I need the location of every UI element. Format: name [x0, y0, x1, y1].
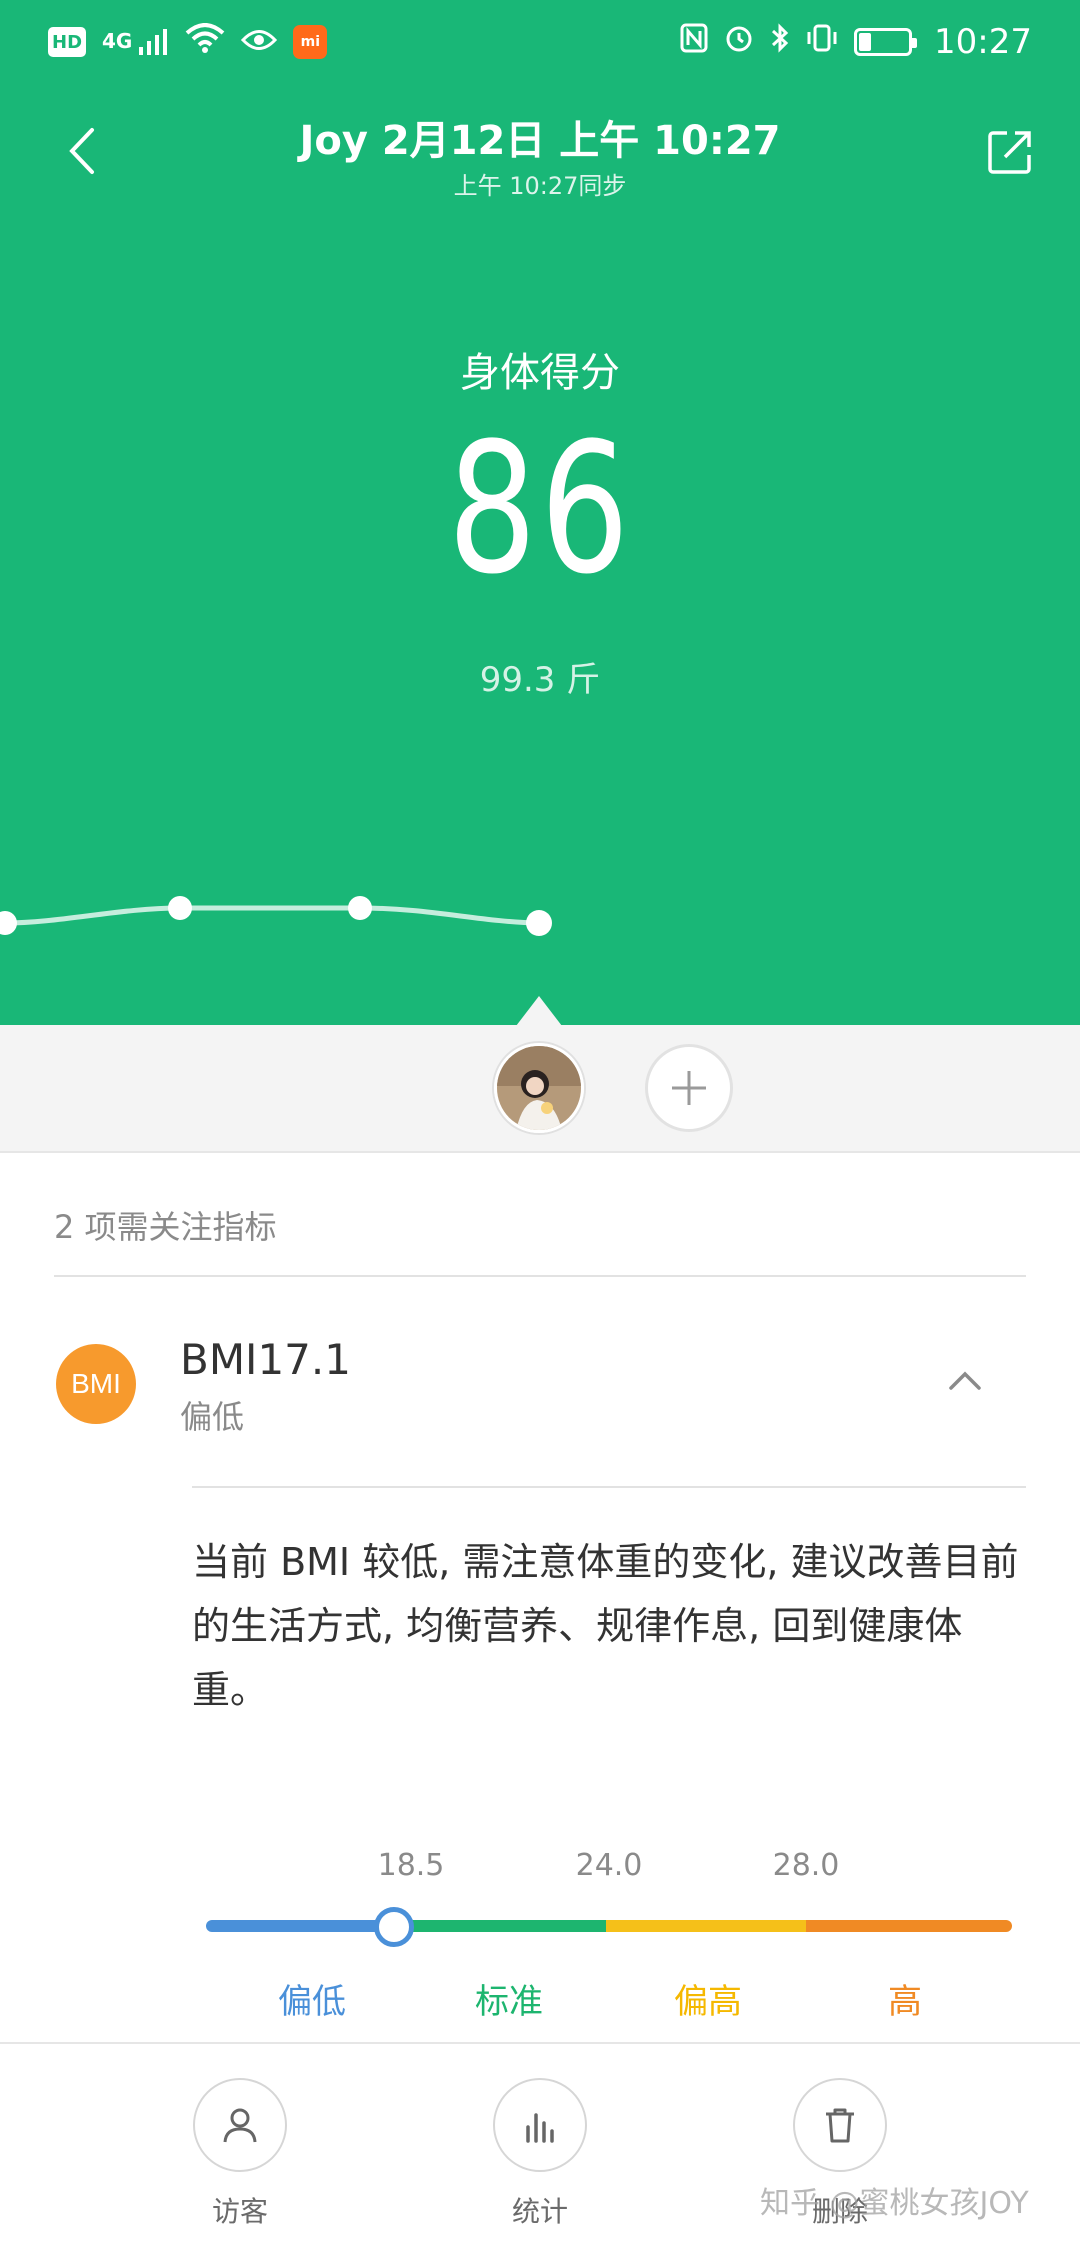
- trend-point[interactable]: [0, 911, 17, 935]
- battery-icon: [854, 28, 918, 56]
- trend-point[interactable]: [348, 896, 372, 920]
- score-header: HD 4G mi 10:27 Joy 2月12日 上午 10:27 上午 10:…: [0, 0, 1080, 1025]
- tab-label: 访客: [211, 2195, 268, 2228]
- range-label-high: 偏高: [674, 1982, 742, 2022]
- status-bar: HD 4G mi 10:27: [0, 0, 1080, 84]
- scale-segment-low: [206, 1920, 394, 1932]
- status-left: HD 4G mi: [48, 23, 328, 61]
- trash-icon: [793, 2078, 887, 2172]
- hd-icon: HD: [48, 27, 87, 57]
- scale-segment-normal: [394, 1920, 606, 1932]
- scale-segment-very-high: [806, 1920, 1012, 1932]
- network-label: 4G: [102, 28, 133, 53]
- trend-point-selected[interactable]: [526, 910, 552, 936]
- selection-pointer: [516, 996, 562, 1026]
- eye-icon: [241, 23, 278, 61]
- scale-tick: 18.5: [377, 1848, 445, 1883]
- score-trend-line[interactable]: [0, 870, 1080, 990]
- divider: [54, 1275, 1026, 1277]
- clock: 10:27: [934, 22, 1032, 62]
- bmi-status: 偏低: [180, 1398, 245, 1436]
- divider: [192, 1486, 1026, 1488]
- screen: HD 4G mi 10:27 Joy 2月12日 上午 10:27 上午 10:…: [0, 0, 1080, 2244]
- sync-time: 上午 10:27同步: [453, 172, 627, 200]
- statistics-button[interactable]: 统计: [440, 2078, 640, 2230]
- range-label-very-high: 高: [888, 1982, 922, 2022]
- status-right: 10:27: [680, 22, 1032, 62]
- bottom-action-bar: 访客 统计 删除 知乎 @蜜桃女孩JOY: [0, 2042, 1080, 2244]
- plus-icon: [672, 1071, 706, 1105]
- trend-point[interactable]: [168, 896, 192, 920]
- vibrate-icon: [806, 23, 838, 61]
- tab-label: 统计: [511, 2195, 568, 2228]
- back-button[interactable]: [54, 118, 108, 184]
- range-label-normal: 标准: [475, 1982, 543, 2022]
- alarm-icon: [724, 23, 754, 61]
- share-button[interactable]: [980, 122, 1040, 182]
- watermark: 知乎 @蜜桃女孩JOY: [760, 2186, 1029, 2221]
- page-title: Joy 2月12日 上午 10:27: [299, 118, 781, 164]
- bmi-title: BMI17.1: [180, 1335, 351, 1384]
- wifi-icon: [185, 23, 225, 61]
- range-label-low: 偏低: [278, 1982, 346, 2022]
- add-user-button[interactable]: [645, 1044, 733, 1132]
- attention-title: 2 项需关注指标: [54, 1208, 277, 1246]
- mi-app-icon: mi: [293, 25, 328, 59]
- bmi-description: 当前 BMI 较低, 需注意体重的变化, 建议改善目前的生活方式, 均衡营养、规…: [192, 1540, 1019, 1712]
- weight-value: 99.3 斤: [479, 660, 601, 700]
- bmi-scale-bar: [206, 1920, 1012, 1932]
- signal-4g-icon: 4G: [102, 29, 169, 56]
- battery-level: [859, 33, 872, 51]
- scale-segment-high: [606, 1920, 806, 1932]
- scale-tick: 24.0: [575, 1848, 643, 1883]
- body-score: 86: [447, 405, 633, 614]
- score-label: 身体得分: [460, 350, 620, 396]
- chevron-up-icon: [949, 1371, 981, 1390]
- collapse-button[interactable]: [940, 1360, 990, 1400]
- visitor-button[interactable]: 访客: [140, 2078, 340, 2230]
- bar-chart-icon: [493, 2078, 587, 2172]
- bluetooth-icon: [770, 23, 790, 61]
- chevron-left-icon: [69, 128, 94, 174]
- scale-tick: 28.0: [772, 1848, 840, 1883]
- share-icon: [988, 131, 1031, 174]
- bmi-marker: [374, 1907, 414, 1947]
- nfc-icon: [680, 23, 708, 61]
- avatar[interactable]: [494, 1043, 584, 1133]
- bmi-badge-icon: BMI: [56, 1344, 136, 1424]
- person-icon: [193, 2078, 287, 2172]
